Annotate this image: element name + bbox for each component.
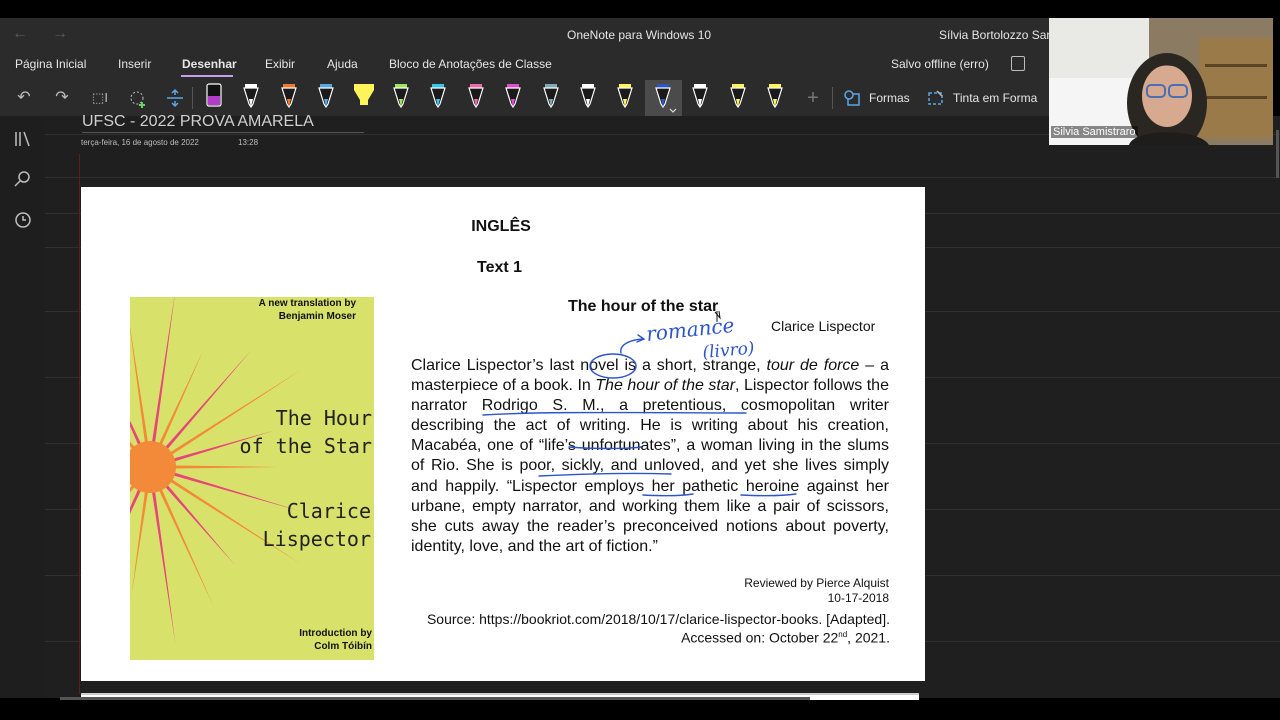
tab-ajuda[interactable]: Ajuda	[327, 57, 358, 71]
cover-introduction: Introduction by Colm Tóibín	[299, 628, 372, 652]
pen-icon[interactable]	[276, 81, 302, 113]
ink-to-shape-label: Tinta em Forma	[953, 91, 1038, 105]
tab-inserir[interactable]: Inserir	[118, 57, 151, 71]
select-text-icon[interactable]: ⬚I	[89, 87, 111, 109]
source-citation: Source: https://bookriot.com/2018/10/17/…	[381, 611, 890, 646]
ink-arrow	[620, 338, 644, 354]
cover-translator: A new translation by Benjamin Moser	[258, 298, 356, 322]
active-tab-indicator	[181, 75, 233, 77]
draw-toolbar: ↶ ↷ ⬚I + Formas Tinta em Forma	[0, 80, 1049, 116]
italic-phrase: tour de force	[766, 357, 860, 374]
toolbar-separator-2	[832, 87, 833, 109]
redo-icon[interactable]: ↷	[51, 87, 73, 109]
burst-ray	[160, 349, 252, 455]
burst-center	[130, 441, 176, 493]
shapes-icon	[844, 90, 860, 106]
margin-line	[79, 154, 80, 694]
page-title[interactable]: UFSC - 2022 PROVA AMARELA	[82, 113, 314, 129]
eraser-icon[interactable]	[201, 81, 227, 113]
title-underline	[82, 132, 364, 133]
vertical-scrollbar[interactable]	[1276, 130, 1279, 178]
toolbar-separator	[192, 87, 193, 109]
document-heading: INGLÊS	[471, 218, 531, 235]
pen-icon[interactable]	[762, 81, 788, 113]
burst-ray	[160, 479, 236, 566]
paragraph-text: , Lispector follows the narrator Rodrigo…	[411, 377, 889, 555]
app-title: OneNote para Windows 10	[567, 28, 712, 42]
pen-icon[interactable]	[725, 81, 751, 113]
starburst-graphic	[130, 297, 302, 646]
plus-icon[interactable]: +	[802, 87, 824, 109]
tab-bloco-de-anotacoes[interactable]: Bloco de Anotações de Classe	[389, 57, 552, 71]
pen-icon[interactable]	[575, 81, 601, 113]
page-date: terça-feira, 16 de agosto de 2022	[81, 138, 199, 147]
review-paragraph: Clarice Lispector’s last novel is a shor…	[411, 356, 889, 557]
forward-arrow-icon[interactable]: →	[52, 25, 68, 43]
pen-icon[interactable]	[538, 81, 564, 113]
tab-pagina-inicial[interactable]: Página Inicial	[15, 57, 86, 71]
source-url: Source: https://bookriot.com/2018/10/17/…	[426, 611, 890, 627]
italic-phrase: The hour of the star	[595, 377, 736, 395]
ribbon-tabs: Página Inicial Inserir Desenhar Exibir A…	[0, 51, 1049, 80]
pen-icon[interactable]	[500, 81, 526, 113]
burst-ray	[130, 420, 145, 452]
search-icon[interactable]	[12, 168, 34, 190]
review-credit: Reviewed by Pierce Alquist 10-17-2018	[641, 576, 889, 606]
recent-icon[interactable]	[12, 209, 34, 231]
circled-word: novel	[580, 357, 619, 374]
story-title: The hour of the star	[568, 298, 719, 315]
pen-icon[interactable]	[425, 81, 451, 113]
horizontal-scrollbar[interactable]	[60, 697, 810, 700]
notebook-icon[interactable]	[1011, 56, 1025, 71]
story-author: Clarice Lispector	[771, 318, 876, 334]
text-label: Text 1	[477, 259, 523, 276]
access-date: Accessed on: October 22nd, 2021.	[681, 629, 890, 646]
paragraph-text: Clarice Lispector’s last	[411, 357, 581, 374]
highlighter-pen-icon[interactable]	[351, 81, 377, 113]
shapes-button[interactable]: Formas	[843, 87, 910, 109]
cover-title: The Hour of the Star	[239, 406, 372, 458]
reviewer: Reviewed by Pierce Alquist	[744, 576, 889, 590]
undo-icon[interactable]: ↶	[13, 87, 35, 109]
paragraph-text: is a short, strange,	[618, 357, 767, 374]
pen-icon[interactable]	[388, 81, 414, 113]
pen-icon[interactable]	[463, 81, 489, 113]
ink-to-shape-icon	[928, 90, 943, 105]
book-cover: A new translation by Benjamin Moser The …	[130, 297, 374, 660]
ink-arrow-head	[636, 334, 646, 343]
pen-icon[interactable]	[238, 81, 264, 113]
burst-ray	[150, 297, 175, 450]
title-bar: ← → OneNote para Windows 10 Sílvia Borto…	[0, 18, 1053, 51]
burst-ray	[130, 482, 145, 514]
insert-space-icon[interactable]	[164, 87, 186, 109]
burst-ray	[167, 465, 280, 469]
page-time: 13:28	[238, 138, 259, 147]
sync-status[interactable]: Salvo offline (erro)	[891, 57, 989, 71]
shapes-label: Formas	[869, 91, 910, 105]
review-date: 10-17-2018	[827, 591, 889, 605]
user-name[interactable]: Sílvia Bortolozzo San	[939, 28, 1053, 42]
back-arrow-icon[interactable]: ←	[12, 25, 28, 43]
burst-ray	[150, 484, 176, 646]
pen-icon[interactable]	[650, 81, 677, 113]
pen-icon[interactable]	[687, 81, 713, 113]
lasso-icon[interactable]	[127, 87, 149, 109]
pen-icon[interactable]	[612, 81, 638, 113]
exam-document: INGLÊS Text 1 A new translation by Benja…	[81, 187, 925, 681]
pen-icon[interactable]	[313, 81, 339, 113]
left-navigation-rail	[0, 116, 45, 698]
webcam-video: Silvia Samistraro	[1049, 18, 1273, 145]
rule-line	[45, 177, 1280, 178]
ink-note-romance: romance	[645, 313, 735, 346]
tab-exibir[interactable]: Exibir	[265, 57, 295, 71]
ink-to-shape-button[interactable]: Tinta em Forma	[927, 87, 1037, 109]
participant-name: Silvia Samistraro	[1051, 126, 1138, 138]
tab-desenhar[interactable]: Desenhar	[182, 57, 237, 71]
cover-author: Clarice Lispector	[262, 499, 371, 551]
notebooks-icon[interactable]	[12, 128, 34, 150]
